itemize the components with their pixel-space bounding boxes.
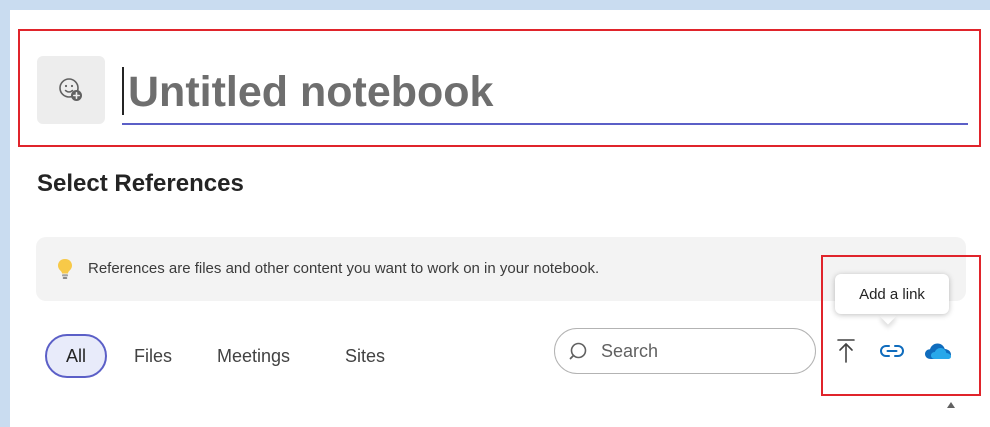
add-link-tooltip: Add a link <box>835 274 949 314</box>
emoji-add-icon <box>59 78 82 101</box>
add-emoji-button[interactable] <box>37 56 105 124</box>
onedrive-icon <box>925 343 951 359</box>
search-input[interactable] <box>601 337 801 365</box>
scroll-up-arrow[interactable] <box>947 402 955 408</box>
tooltip-text: Add a link <box>859 285 925 303</box>
text-caret <box>122 67 124 115</box>
tab-meetings-label: Meetings <box>217 345 291 366</box>
tab-sites[interactable]: Sites <box>345 334 385 378</box>
tab-sites-label: Sites <box>345 345 386 366</box>
select-references-heading: Select References <box>37 170 244 197</box>
tab-meetings[interactable]: Meetings <box>217 334 290 378</box>
tab-all[interactable]: All <box>45 334 107 378</box>
tab-files-label: Files <box>134 345 173 366</box>
search-icon <box>569 342 587 360</box>
add-link-button[interactable] <box>877 336 907 366</box>
references-info-text: References are files and other content y… <box>88 260 600 277</box>
lightbulb-icon <box>58 259 72 279</box>
upload-button[interactable] <box>831 336 861 366</box>
tab-files[interactable]: Files <box>134 334 172 378</box>
tab-all-label: All <box>65 345 86 366</box>
upload-icon <box>837 339 855 363</box>
title-field <box>122 63 968 125</box>
onedrive-button[interactable] <box>923 336 953 366</box>
notebook-page: Select References References are files a… <box>10 10 990 427</box>
notebook-title-input[interactable] <box>128 63 958 121</box>
link-icon <box>880 345 904 357</box>
search-box[interactable] <box>554 328 816 374</box>
